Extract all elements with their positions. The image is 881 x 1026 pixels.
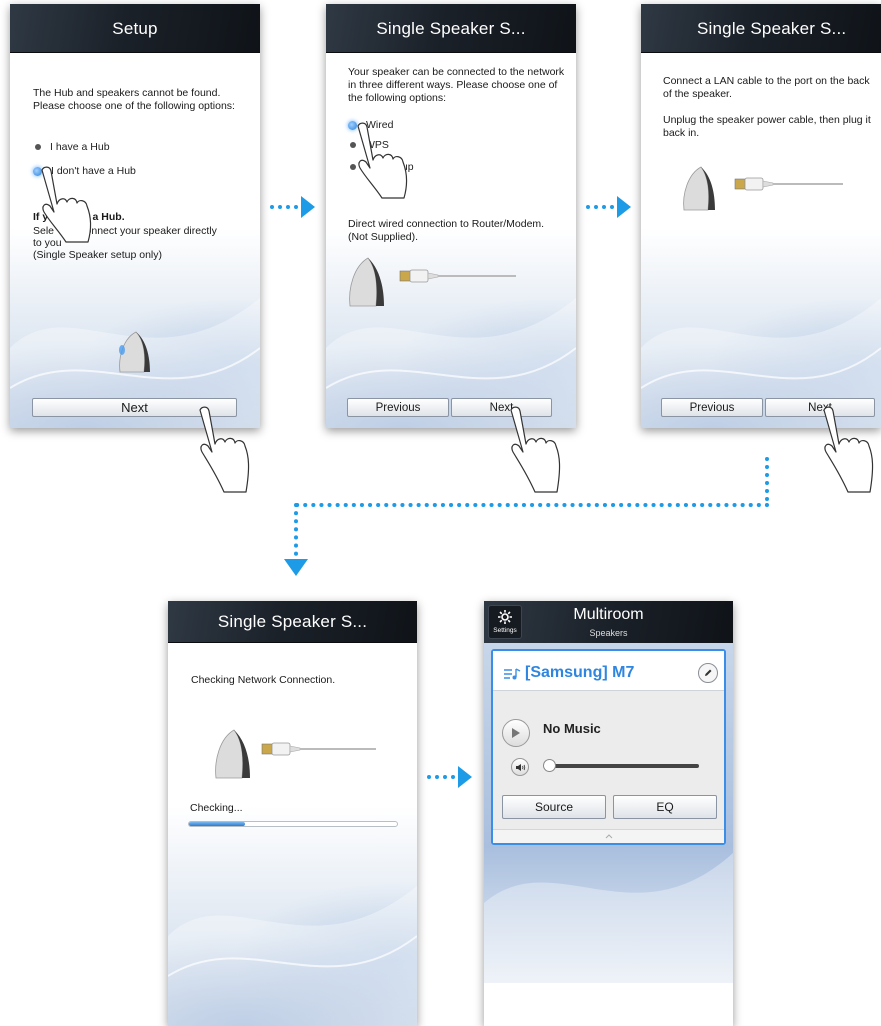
screen-title: Single Speaker S... [641,4,881,53]
finger-tap-icon [823,406,874,493]
multiroom-screen: Settings Multiroom Speakers [Samsung] M7 [484,601,733,1026]
multiroom-header: Settings Multiroom Speakers [484,601,733,643]
volume-slider-knob[interactable] [543,759,556,772]
single-speaker-checking-screen: Single Speaker S... Checking Network Con… [168,601,417,1026]
flow-arrow-right [427,766,472,788]
eq-button[interactable]: EQ [613,795,717,819]
setup-title: Setup [10,4,260,53]
music-note-icon [504,668,521,680]
tab-speakers[interactable]: Speakers [484,628,733,638]
lan-cable-icon [734,177,843,191]
option-have-hub[interactable]: I have a Hub [35,141,110,153]
speaker-card[interactable]: [Samsung] M7 No Music Source EQ [491,649,726,845]
radio-unselected[interactable] [35,144,41,150]
checking-message: Checking Network Connection. [191,674,336,686]
volume-button[interactable] [511,758,529,776]
speaker-icon [119,331,150,373]
single-speaker-lan-screen: Single Speaker S... Connect a LAN cable … [641,4,881,428]
previous-button[interactable]: Previous [661,398,763,417]
options-message: Your speaker can be connected to the net… [348,66,565,104]
edit-button[interactable] [698,663,718,683]
finger-tap-icon [357,122,408,199]
speaker-name[interactable]: [Samsung] M7 [525,664,634,682]
volume-icon [515,763,525,771]
wired-description: Direct wired connection to Router/Modem.… [348,218,545,243]
speaker-icon [349,257,384,307]
info-body-line-3: (Single Speaker setup only) [33,249,162,261]
previous-button[interactable]: Previous [347,398,449,417]
edit-pencil-icon [705,669,712,676]
flow-arrow-right [270,196,315,218]
screen-title: Single Speaker S... [168,601,417,643]
checking-status: Checking... [190,802,243,814]
play-icon [512,728,520,738]
progress-bar [188,821,398,827]
play-button[interactable] [502,719,530,747]
multiroom-title: Multiroom [573,606,644,623]
single-speaker-options-screen: Single Speaker S... Your speaker can be … [326,4,576,428]
lan-cable-icon [261,742,376,756]
progress-bar-fill [189,822,246,826]
option-label: I have a Hub [50,141,110,153]
finger-tap-icon [41,166,92,243]
flow-connector [284,457,769,576]
source-button[interactable]: Source [502,795,606,819]
screen-title: Single Speaker S... [326,4,576,53]
speaker-icon [215,729,250,779]
power-instruction: Unplug the speaker power cable, then plu… [663,114,871,139]
flow-arrow-right [586,196,631,218]
setup-message: The Hub and speakers cannot be found. Pl… [33,87,235,112]
background-wave [168,806,417,1026]
lan-cable-icon [399,269,516,283]
now-playing: No Music [543,721,601,736]
lan-instruction: Connect a LAN cable to the port on the b… [663,75,870,100]
speaker-icon [683,166,715,211]
finger-tap-icon [199,406,250,493]
volume-slider[interactable] [543,759,699,772]
collapse-handle[interactable] [493,829,724,843]
chevron-up-icon [605,834,612,839]
